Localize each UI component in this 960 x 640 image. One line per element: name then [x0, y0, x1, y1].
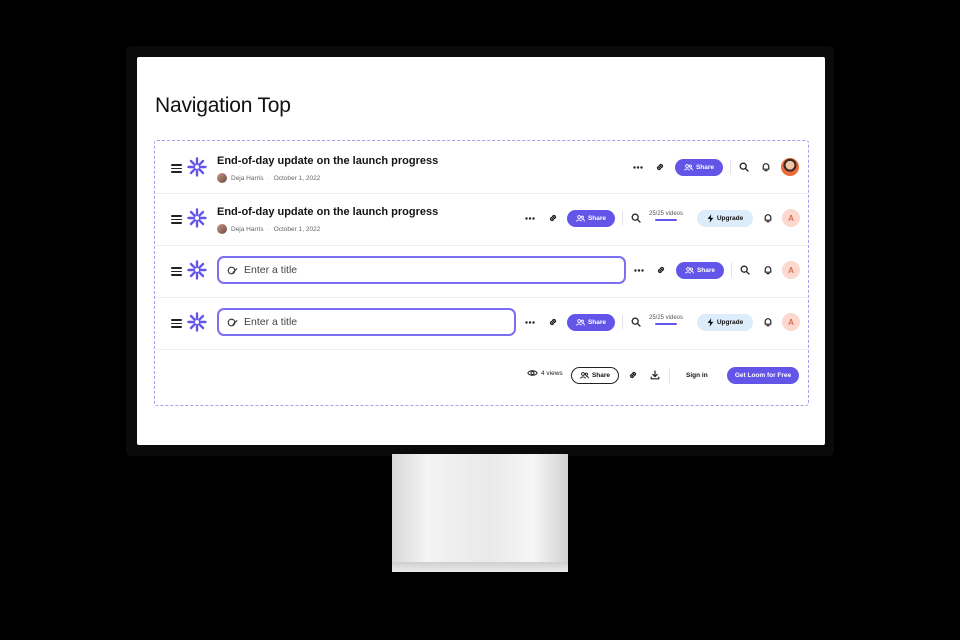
nav-row-2: End-of-day update on the launch progress… [155, 193, 808, 246]
share-button[interactable]: Share [567, 314, 615, 331]
menu-icon[interactable] [171, 317, 182, 330]
more-icon[interactable] [631, 160, 645, 174]
more-icon[interactable] [632, 263, 646, 277]
monitor-stand [392, 454, 568, 572]
upgrade-button[interactable]: Upgrade [697, 314, 753, 331]
bell-icon[interactable] [761, 315, 775, 329]
more-icon[interactable] [523, 315, 537, 329]
views-count[interactable]: 4 views [527, 369, 563, 377]
title-edit-icon [227, 318, 238, 326]
video-meta: Deja Harris · October 1, 2022 [217, 173, 320, 183]
nav-row-5: 4 views Share Sign in Get Loom for Free [155, 349, 808, 401]
loom-logo-icon[interactable] [187, 260, 207, 280]
upgrade-bolt-icon [707, 214, 714, 223]
author-name: Deja Harris [231, 225, 264, 233]
title-input-container [217, 256, 626, 284]
divider [622, 211, 623, 225]
menu-icon[interactable] [171, 213, 182, 226]
video-date: October 1, 2022 [273, 225, 321, 233]
search-icon[interactable] [629, 315, 643, 329]
divider [669, 369, 670, 383]
navigation-variants-frame: End-of-day update on the launch progress… [154, 140, 809, 406]
nav-row-1: End-of-day update on the launch progress… [155, 141, 808, 194]
share-users-icon [684, 164, 693, 171]
user-avatar[interactable]: A [782, 261, 800, 279]
monitor-screen: Navigation Top End-of-day update on the … [137, 57, 825, 445]
search-icon[interactable] [737, 160, 751, 174]
video-title: End-of-day update on the launch progress [217, 155, 439, 167]
search-icon[interactable] [738, 263, 752, 277]
link-icon[interactable] [626, 368, 640, 382]
author-avatar [217, 224, 227, 234]
divider [730, 160, 731, 174]
share-users-icon [576, 215, 585, 222]
share-users-icon [685, 267, 694, 274]
menu-icon[interactable] [171, 265, 182, 278]
menu-icon[interactable] [171, 162, 182, 175]
bell-icon[interactable] [761, 211, 775, 225]
usage-bar [655, 219, 677, 221]
share-button[interactable]: Share [675, 159, 723, 176]
video-date: October 1, 2022 [273, 174, 321, 182]
divider [622, 315, 623, 329]
usage-label: 25/25 videos [648, 211, 684, 217]
video-usage[interactable]: 25/25 videos [648, 211, 684, 221]
author-avatar [217, 173, 227, 183]
loom-logo-icon[interactable] [187, 312, 207, 332]
title-input[interactable] [244, 316, 444, 328]
upgrade-bolt-icon [707, 318, 714, 327]
search-icon[interactable] [629, 211, 643, 225]
share-button[interactable]: Share [676, 262, 724, 279]
share-users-icon [576, 319, 585, 326]
eye-icon [527, 370, 538, 376]
upgrade-button[interactable]: Upgrade [697, 210, 753, 227]
video-meta: Deja Harris · October 1, 2022 [217, 224, 320, 234]
get-loom-button[interactable]: Get Loom for Free [727, 367, 799, 384]
loom-logo-icon[interactable] [187, 208, 207, 228]
video-title: End-of-day update on the launch progress [217, 206, 439, 218]
usage-bar [655, 323, 677, 325]
page-title: Navigation Top [155, 94, 291, 117]
nav-row-4: Share 25/25 videos Upgrade A [155, 297, 808, 350]
bell-icon[interactable] [761, 263, 775, 277]
more-icon[interactable] [523, 211, 537, 225]
share-users-icon [580, 372, 589, 379]
user-avatar[interactable]: A [782, 209, 800, 227]
link-icon[interactable] [546, 211, 560, 225]
share-button[interactable]: Share [567, 210, 615, 227]
loom-logo-icon[interactable] [187, 157, 207, 177]
video-usage[interactable]: 25/25 videos [648, 315, 684, 325]
nav-row-3: Share A [155, 245, 808, 298]
sign-in-link[interactable]: Sign in [686, 372, 708, 379]
title-input[interactable] [244, 264, 444, 276]
user-avatar[interactable]: A [782, 313, 800, 331]
link-icon[interactable] [654, 263, 668, 277]
title-input-container [217, 308, 516, 336]
author-name: Deja Harris [231, 174, 264, 182]
divider [731, 263, 732, 277]
link-icon[interactable] [653, 160, 667, 174]
download-icon[interactable] [648, 368, 662, 382]
user-avatar[interactable] [781, 158, 799, 176]
title-edit-icon [227, 266, 238, 274]
share-button[interactable]: Share [571, 367, 619, 384]
usage-label: 25/25 videos [648, 315, 684, 321]
link-icon[interactable] [546, 315, 560, 329]
bell-icon[interactable] [759, 160, 773, 174]
